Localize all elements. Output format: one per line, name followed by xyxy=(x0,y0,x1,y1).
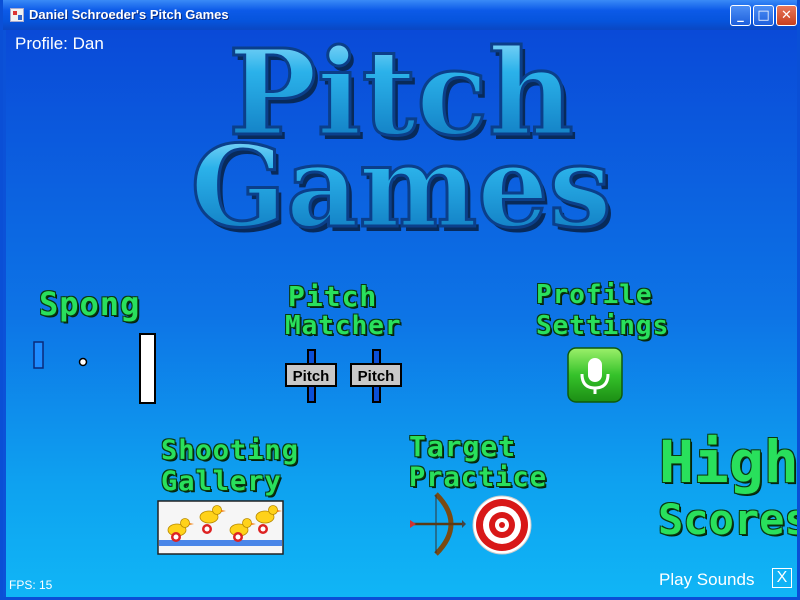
play-sounds-label: Play Sounds xyxy=(659,570,755,589)
play-sounds-toggle[interactable]: X xyxy=(772,568,792,588)
pitch-sliders-icon: Pitch Pitch xyxy=(285,349,402,403)
high-scores-title-line1: High xyxy=(659,428,799,496)
target-practice-title-line2: Practice xyxy=(409,462,548,493)
close-button[interactable]: ✕ xyxy=(776,5,797,26)
bow-and-arrow-icon xyxy=(410,492,466,556)
spong-preview-icon xyxy=(33,333,156,404)
duck-gallery-icon xyxy=(157,500,284,555)
pitch-matcher-title-line1: Pitch xyxy=(288,280,378,313)
spong-right-paddle xyxy=(139,333,156,404)
title-bar[interactable]: Daniel Schroeder's Pitch Games _ □ ✕ xyxy=(3,0,797,30)
slider-label-2: Pitch xyxy=(358,368,395,385)
fps-counter: FPS: 15 xyxy=(9,578,53,592)
game-menu-canvas: Profile: Dan Pitch Pitch Games Games Spo… xyxy=(6,30,800,597)
window-title: Daniel Schroeder's Pitch Games xyxy=(29,7,229,22)
maximize-button[interactable]: □ xyxy=(753,5,774,26)
microphone-icon xyxy=(567,347,623,403)
pitch-games-logo: Pitch Pitch Games Games xyxy=(189,30,616,258)
spong-left-paddle xyxy=(33,341,44,369)
spong-title: Spong xyxy=(39,285,141,323)
profile-settings-title-line2: Settings xyxy=(536,311,670,341)
high-scores-title-line2: Scores xyxy=(658,495,800,544)
game-window: Daniel Schroeder's Pitch Games _ □ ✕ Pro… xyxy=(0,0,800,600)
logo-line-2: Games xyxy=(190,122,611,253)
target-practice-title-line1: Target xyxy=(409,430,517,463)
pitch-matcher-title-line2: Matcher xyxy=(285,311,402,341)
target-icon xyxy=(472,495,532,555)
shooting-gallery-title-line1: Shooting xyxy=(161,435,300,466)
minimize-button[interactable]: _ xyxy=(730,5,751,26)
spong-ball xyxy=(78,357,88,367)
shooting-gallery-title-line2: Gallery xyxy=(161,466,282,497)
app-icon[interactable] xyxy=(10,8,24,22)
slider-label-1: Pitch xyxy=(293,368,330,385)
profile-settings-title-line1: Profile xyxy=(536,280,653,310)
